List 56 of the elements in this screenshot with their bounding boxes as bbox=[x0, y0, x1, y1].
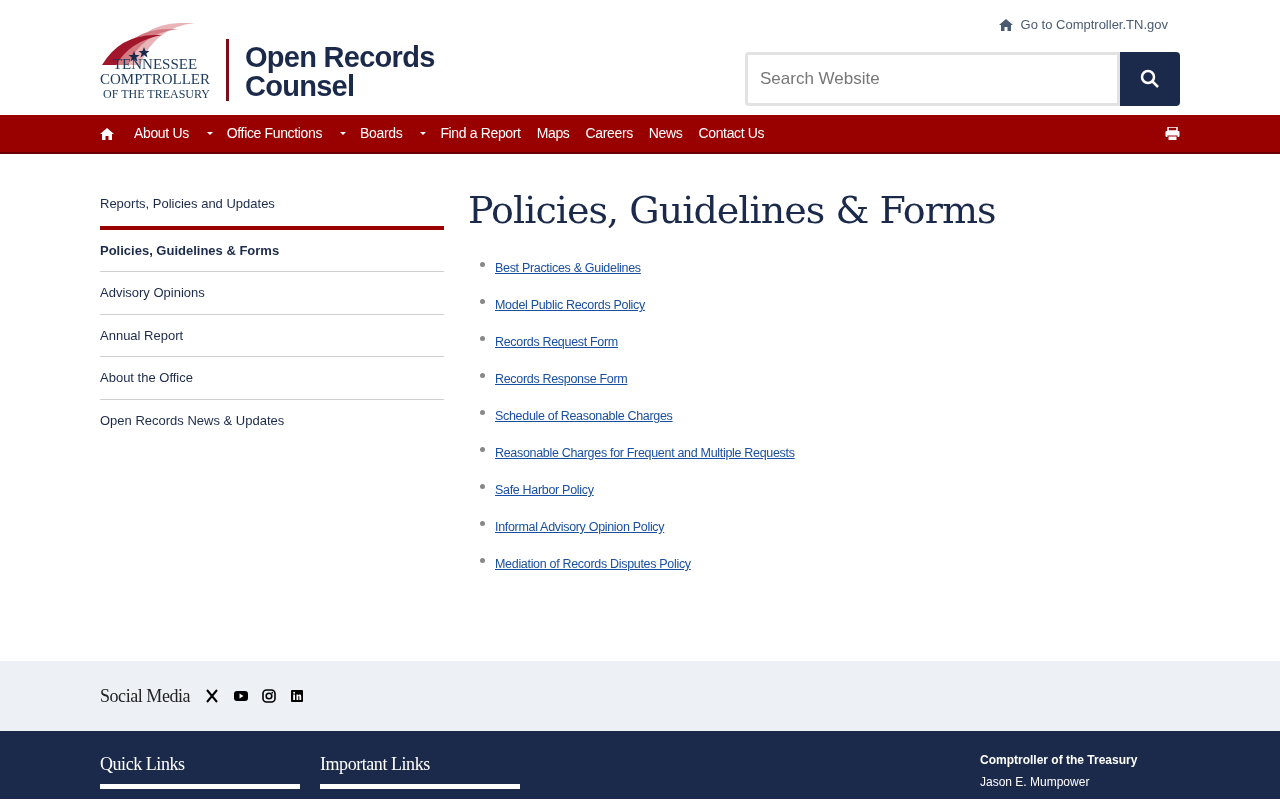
footer-heading: Quick Links bbox=[100, 751, 300, 789]
in-logo-icon[interactable] bbox=[290, 689, 305, 703]
page-title: Policies, Guidelines & Forms bbox=[468, 187, 997, 234]
document-link[interactable]: Schedule of Reasonable Charges bbox=[495, 407, 673, 426]
nav-link[interactable]: News bbox=[648, 123, 683, 144]
document-link[interactable]: Best Practices & Guidelines bbox=[495, 259, 641, 278]
footer-person-name: Jason E. Mumpower bbox=[980, 774, 1091, 791]
home-nav-icon[interactable] bbox=[100, 127, 114, 140]
nav-link[interactable]: Find a Report bbox=[440, 123, 521, 144]
search-field[interactable]: Search Website bbox=[745, 51, 1120, 106]
comptroller-link[interactable]: Go to Comptroller.TN.gov bbox=[998, 15, 1168, 35]
camera-icon[interactable] bbox=[262, 689, 277, 703]
document-link[interactable]: Model Public Records Policy bbox=[495, 296, 645, 315]
logo-text: OF THE TREASURY bbox=[103, 87, 210, 102]
bullet-icon bbox=[480, 410, 485, 415]
nav-link[interactable]: Careers bbox=[585, 123, 633, 144]
nav-link[interactable]: Contact Us bbox=[698, 123, 765, 144]
x-logo-icon[interactable] bbox=[206, 689, 221, 703]
document-link[interactable]: Mediation of Records Disputes Policy bbox=[495, 555, 691, 574]
caret-icon[interactable] bbox=[418, 131, 429, 136]
logo-text: COMPTROLLER bbox=[100, 72, 210, 87]
bullet-icon bbox=[480, 262, 485, 267]
nav-link[interactable]: Maps bbox=[536, 123, 570, 144]
play-button-icon[interactable] bbox=[234, 689, 249, 703]
bullet-icon bbox=[480, 336, 485, 341]
site-title: Open Records bbox=[245, 42, 435, 72]
bullet-icon bbox=[480, 373, 485, 378]
logo-text: TENNESSEE bbox=[112, 57, 198, 72]
bullet-icon bbox=[480, 484, 485, 489]
home-icon bbox=[998, 18, 1013, 31]
site-title: Counsel bbox=[245, 71, 356, 101]
sidebar-item[interactable]: Advisory Opinions bbox=[100, 272, 444, 315]
footer-office-name: Comptroller of the Treasury bbox=[980, 752, 1139, 769]
nav-link[interactable]: Office Functions bbox=[226, 123, 323, 144]
sidebar-item[interactable]: Open Records News & Updates bbox=[100, 399, 444, 441]
sidebar-item[interactable]: Policies, Guidelines & Forms bbox=[100, 229, 444, 272]
bullet-icon bbox=[480, 447, 485, 452]
document-link[interactable]: Informal Advisory Opinion Policy bbox=[495, 518, 665, 537]
sidebar-item[interactable]: About the Office bbox=[100, 357, 444, 400]
sidebar-parent-link[interactable]: Reports, Policies and Updates bbox=[100, 194, 444, 230]
footer-heading: Important Links bbox=[320, 751, 520, 789]
bullet-icon bbox=[480, 558, 485, 563]
nav-link[interactable]: Boards bbox=[360, 123, 403, 144]
search-button[interactable] bbox=[1120, 51, 1180, 106]
sidebar-item[interactable]: Annual Report bbox=[100, 314, 444, 357]
caret-icon[interactable] bbox=[338, 131, 349, 136]
search-icon bbox=[1140, 68, 1160, 89]
document-link[interactable]: Safe Harbor Policy bbox=[495, 481, 594, 500]
document-link[interactable]: Records Response Form bbox=[495, 370, 628, 389]
bullet-icon bbox=[480, 521, 485, 526]
bullet-icon bbox=[480, 299, 485, 304]
print-icon[interactable] bbox=[1165, 126, 1180, 141]
nav-link[interactable]: About Us bbox=[134, 123, 189, 144]
social-media-heading: Social Media bbox=[100, 684, 191, 708]
document-link[interactable]: Reasonable Charges for Frequent and Multiple Requests bbox=[495, 444, 795, 463]
document-link[interactable]: Records Request Form bbox=[495, 333, 618, 352]
